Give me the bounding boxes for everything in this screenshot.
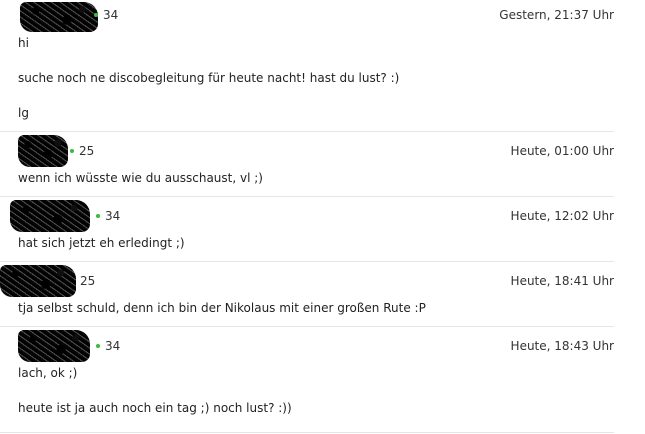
message-header: 34 Heute, 18:43 Uhr: [0, 327, 614, 365]
message-header: 34 Gestern, 21:37 Uhr: [0, 0, 614, 32]
message-line: [18, 382, 614, 400]
user-meta: 25: [70, 144, 94, 158]
message-item: 25 Heute, 18:41 Uhr tja selbst schuld, d…: [0, 262, 614, 327]
user-meta: 34: [96, 209, 120, 223]
message-line: hi: [18, 36, 29, 50]
message-line: heute ist ja auch noch ein tag ;) noch l…: [18, 401, 292, 415]
message-timestamp: Heute, 18:41 Uhr: [510, 274, 614, 288]
online-status-icon: [96, 344, 100, 348]
message-header: 25 Heute, 01:00 Uhr: [0, 132, 614, 170]
message-line: suche noch ne discobegleitung für heute …: [18, 71, 400, 85]
avatar[interactable]: [20, 2, 98, 32]
avatar[interactable]: [18, 330, 90, 362]
message-item: 25 Heute, 01:00 Uhr wenn ich wüsste wie …: [0, 132, 614, 197]
message-header: 34 Heute, 12:02 Uhr: [0, 197, 614, 235]
message-timestamp: Heute, 18:43 Uhr: [510, 339, 614, 353]
message-body: hi suche noch ne discobegleitung für heu…: [0, 32, 614, 132]
message-thread: 34 Gestern, 21:37 Uhr hi suche noch ne d…: [0, 0, 614, 433]
user-age: 34: [105, 339, 121, 353]
message-body: lach, ok ;) heute ist ja auch noch ein t…: [0, 365, 614, 427]
message-item: 34 Gestern, 21:37 Uhr hi suche noch ne d…: [0, 0, 614, 132]
message-line: tja selbst schuld, denn ich bin der Niko…: [18, 301, 426, 315]
message-item: 34 Heute, 18:43 Uhr lach, ok ;) heute is…: [0, 327, 614, 433]
user-age: 25: [79, 144, 95, 158]
message-body: hat sich jetzt eh erledingt ;): [0, 235, 614, 262]
message-line: [18, 52, 614, 70]
user-meta: 34: [96, 339, 120, 353]
message-timestamp: Heute, 01:00 Uhr: [510, 144, 614, 158]
message-line: hat sich jetzt eh erledingt ;): [18, 236, 185, 250]
online-status-icon: [94, 13, 98, 17]
message-line: lach, ok ;): [18, 366, 78, 380]
message-body: tja selbst schuld, denn ich bin der Niko…: [0, 300, 614, 327]
message-timestamp: Heute, 12:02 Uhr: [510, 209, 614, 223]
message-item: 34 Heute, 12:02 Uhr hat sich jetzt eh er…: [0, 197, 614, 262]
message-line: wenn ich wüsste wie du ausschaust, vl ;): [18, 171, 263, 185]
avatar[interactable]: [18, 135, 68, 167]
user-age: 34: [105, 209, 121, 223]
user-meta: 25: [80, 274, 95, 288]
message-line: lg: [18, 106, 29, 120]
avatar[interactable]: [0, 265, 76, 297]
user-age: 34: [103, 8, 119, 22]
avatar[interactable]: [10, 200, 90, 232]
online-status-icon: [96, 214, 100, 218]
user-age: 25: [80, 274, 96, 288]
message-timestamp: Gestern, 21:37 Uhr: [499, 8, 614, 22]
message-line: [18, 87, 614, 105]
message-body: wenn ich wüsste wie du ausschaust, vl ;): [0, 170, 614, 197]
user-meta: 34: [94, 8, 118, 22]
online-status-icon: [70, 149, 74, 153]
message-header: 25 Heute, 18:41 Uhr: [0, 262, 614, 300]
